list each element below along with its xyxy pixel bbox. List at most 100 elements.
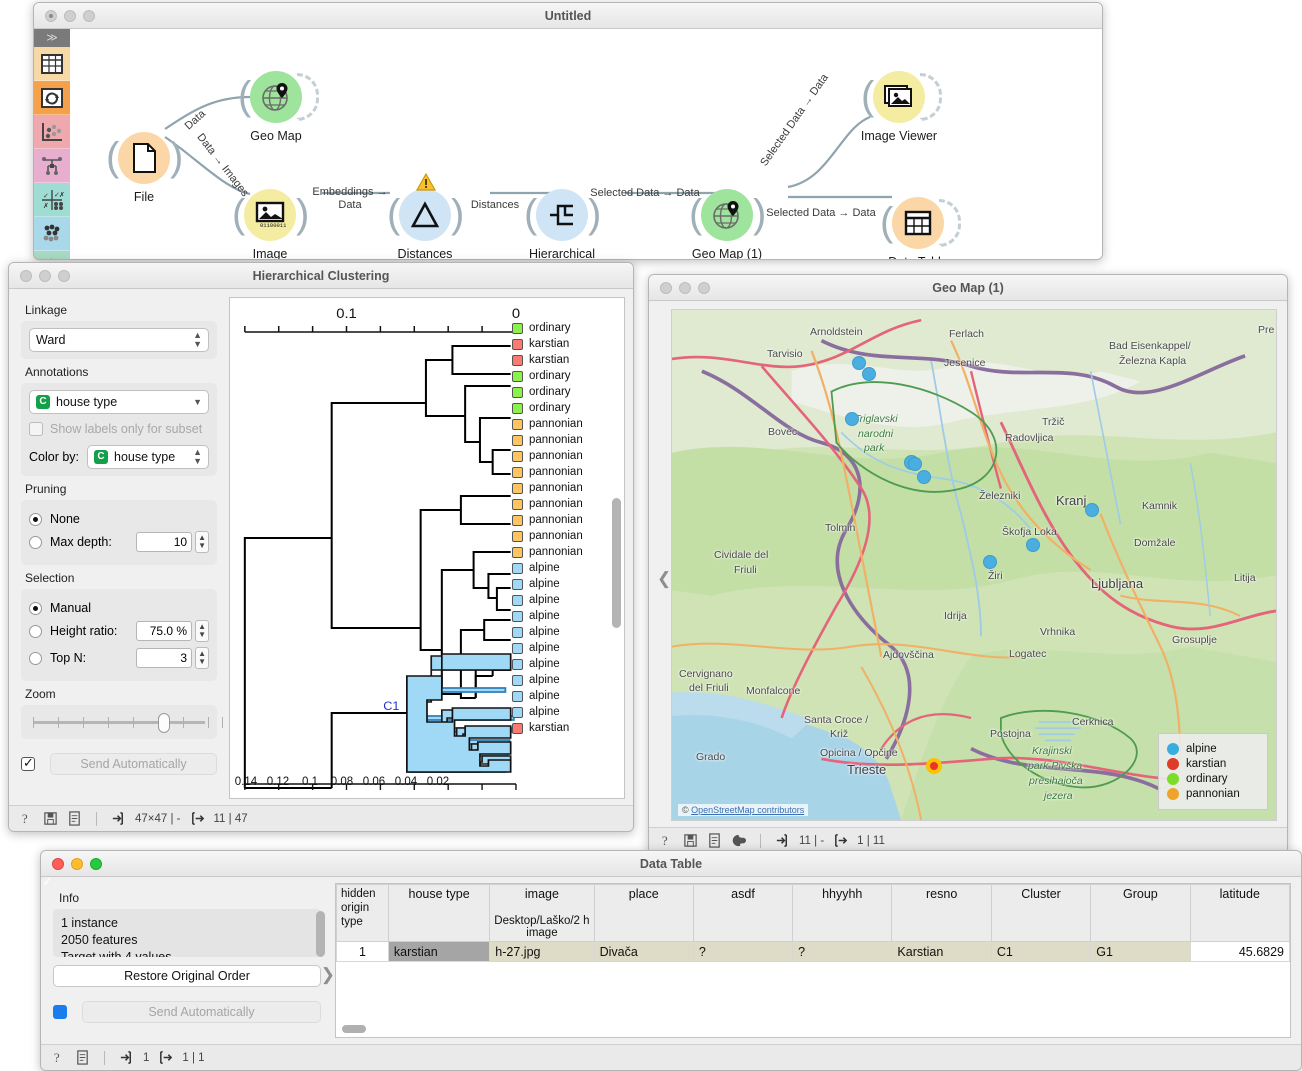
data-table[interactable]: hidden origin type house type image Desktop/L…: [336, 884, 1290, 962]
table-cell[interactable]: Divača: [593, 941, 694, 962]
zoom-slider-handle[interactable]: [158, 713, 170, 733]
table-header-row[interactable]: hidden origin type house type image Desktop/L…: [336, 884, 1290, 942]
linkage-select[interactable]: Ward ▲ ▼: [29, 328, 209, 352]
map-data-marker[interactable]: [1085, 503, 1099, 517]
max-depth-spin-buttons[interactable]: ▲ ▼: [195, 531, 209, 553]
table-cell[interactable]: G1: [1090, 941, 1191, 962]
dendrogram-leaf[interactable]: alpine: [512, 672, 598, 688]
dendrogram-leaf[interactable]: alpine: [512, 592, 598, 608]
map-data-marker[interactable]: [1026, 538, 1040, 552]
table-header-cell[interactable]: house type: [387, 884, 491, 942]
dendrogram-leaf[interactable]: pannonian: [512, 432, 598, 448]
maximize-button[interactable]: [698, 281, 710, 294]
selection-top-n-radio[interactable]: [29, 651, 42, 665]
dt-send-automatically-button[interactable]: Send Automatically: [82, 1001, 321, 1023]
node-geo-map[interactable]: ( Geo Map: [232, 71, 320, 143]
hierarchical-clustering-window[interactable]: Hierarchical Clustering Linkage Ward ▲ ▼ …: [8, 262, 634, 832]
dendrogram-leaf[interactable]: ordinary: [512, 320, 598, 336]
node-file[interactable]: ( ) File: [100, 132, 188, 204]
toolbox-item-unsupervised[interactable]: [34, 217, 70, 251]
table-body[interactable]: 1 karstian h-27.jpg Divača?? Karstian C1 G1 45.…: [336, 941, 1290, 962]
selection-top-n-row[interactable]: Top N: ▲▼: [29, 647, 209, 669]
map-data-marker[interactable]: [845, 412, 859, 426]
map-data-marker[interactable]: [926, 758, 942, 774]
geo-window-controls[interactable]: [649, 281, 710, 294]
info-scrollbar[interactable]: [316, 911, 325, 957]
map-data-marker[interactable]: [983, 555, 997, 569]
table-cell[interactable]: ?: [792, 941, 893, 962]
close-button[interactable]: [52, 857, 64, 870]
legend-row[interactable]: ordinary: [1167, 773, 1259, 785]
table-header-cell[interactable]: latitude: [1189, 884, 1290, 942]
annotations-select[interactable]: C house type ▼: [29, 390, 209, 414]
selection-manual-row[interactable]: Manual: [29, 601, 209, 615]
dendrogram-leaf[interactable]: alpine: [512, 608, 598, 624]
hc-send-automatically-checkbox[interactable]: [21, 755, 35, 771]
workflow-canvas[interactable]: ≫ ✓ ✗ ✓ () File (Geo Map () 0110001 I…: [34, 29, 1102, 259]
save-icon[interactable]: [43, 811, 58, 826]
table-cell[interactable]: 45.6829: [1189, 941, 1290, 962]
table-header-cell[interactable]: Group: [1090, 884, 1191, 942]
dendrogram-leaf[interactable]: pannonian: [512, 512, 598, 528]
warning-triangle-icon[interactable]: [415, 172, 437, 196]
data-table-window[interactable]: Data Table Info 1 instance 2050 features…: [40, 850, 1302, 1071]
dendrogram-leaf[interactable]: ordinary: [512, 400, 598, 416]
dt-table-panel[interactable]: hidden origin type house type image Desktop/L…: [331, 877, 1301, 1044]
dendrogram-leaf[interactable]: pannonian: [512, 464, 598, 480]
node-image-embedding-circle[interactable]: ( ) 011000111: [232, 189, 309, 241]
node-hierarchical-clustering-circle[interactable]: ( ): [524, 189, 601, 241]
dendrogram-leaf[interactable]: pannonian: [512, 448, 598, 464]
toolbox-item-model[interactable]: [34, 149, 70, 183]
pruning-maxdepth-row[interactable]: Max depth: ▲▼: [29, 531, 209, 553]
table-cell[interactable]: karstian: [387, 941, 491, 962]
dendrogram-leaf[interactable]: pannonian: [512, 528, 598, 544]
table-header-cell[interactable]: hhyyhh: [792, 884, 893, 942]
minimize-button[interactable]: [39, 269, 51, 282]
dt-send-automatically-row[interactable]: Send Automatically: [53, 1001, 321, 1023]
selection-height-ratio-radio[interactable]: [29, 624, 42, 638]
report-icon[interactable]: [67, 811, 82, 826]
table-header-cell[interactable]: place: [593, 884, 694, 942]
table-cell[interactable]: 1: [336, 941, 389, 962]
legend-row[interactable]: karstian: [1167, 758, 1259, 770]
node-geo-map-circle[interactable]: (: [238, 71, 319, 123]
top-n-input[interactable]: [136, 648, 193, 668]
selection-manual-radio[interactable]: [29, 601, 42, 615]
node-image-viewer-circle[interactable]: (: [861, 71, 942, 123]
hc-dendrogram-panel[interactable]: ❯ 0.1 0: [227, 289, 633, 805]
toolbox-item-visualize[interactable]: [34, 115, 70, 149]
hc-send-automatically-button[interactable]: Send Automatically: [50, 753, 217, 775]
close-button[interactable]: [45, 9, 57, 22]
geo-panel-expand-icon[interactable]: ❮: [657, 569, 671, 589]
toolbox-item-data[interactable]: [34, 47, 70, 81]
legend-row[interactable]: pannonian: [1167, 788, 1259, 800]
restore-original-order-button[interactable]: Restore Original Order: [53, 965, 321, 987]
main-window-controls[interactable]: [34, 9, 95, 22]
color-by-select[interactable]: C house type ▲ ▼: [87, 445, 209, 469]
max-depth-stepper[interactable]: ▲▼: [136, 531, 209, 553]
top-n-stepper[interactable]: ▲▼: [136, 647, 209, 669]
dt-status-bar[interactable]: ? 1 1 | 1: [41, 1044, 1301, 1070]
report-icon[interactable]: [707, 833, 722, 848]
hc-titlebar[interactable]: Hierarchical Clustering: [9, 263, 633, 289]
dendrogram-scrollbar[interactable]: [612, 498, 621, 628]
dendrogram-leaf[interactable]: ordinary: [512, 368, 598, 384]
toolbox-expand-icon[interactable]: ≫: [34, 29, 70, 47]
dendrogram-leaf[interactable]: karstian: [512, 352, 598, 368]
table-cell[interactable]: ?: [692, 941, 794, 962]
height-ratio-stepper[interactable]: ▲▼: [136, 620, 209, 642]
report-icon[interactable]: [75, 1050, 90, 1065]
map-data-marker[interactable]: [908, 457, 922, 471]
pruning-none-radio[interactable]: [29, 512, 42, 526]
dt-window-controls[interactable]: [41, 857, 102, 870]
table-row[interactable]: 1 karstian h-27.jpg Divača?? Karstian C1 G1 45.…: [336, 941, 1290, 962]
dt-control-panel[interactable]: Info 1 instance 2050 features Target wit…: [41, 877, 335, 1044]
close-button[interactable]: [660, 281, 672, 294]
pruning-maxdepth-radio[interactable]: [29, 535, 42, 549]
top-n-spin-buttons[interactable]: ▲ ▼: [195, 647, 209, 669]
dendrogram-leaf[interactable]: pannonian: [512, 544, 598, 560]
dendrogram-leaf[interactable]: pannonian: [512, 496, 598, 512]
height-ratio-spin-buttons[interactable]: ▲ ▼: [195, 620, 209, 642]
dendrogram-leaf[interactable]: pannonian: [512, 480, 598, 496]
node-distances-circle[interactable]: ( ): [387, 189, 464, 241]
